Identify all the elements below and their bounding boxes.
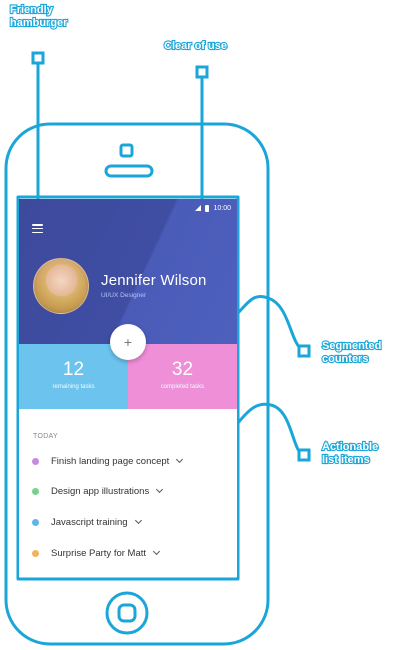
chevron-down-icon[interactable]	[176, 455, 184, 464]
chevron-down-icon[interactable]	[156, 485, 164, 494]
annotation-list-items: Actionable list items	[321, 440, 379, 467]
list-item[interactable]: Surprise Party for Matt	[32, 546, 161, 560]
completed-label: completed tasks	[160, 384, 205, 390]
annotation-hamburger: Friendly hamburger	[9, 3, 69, 30]
battery-icon	[205, 204, 210, 212]
list-item[interactable]: Finish landing page concept	[32, 454, 184, 468]
task-label: Finish landing page concept	[51, 455, 170, 467]
task-color-dot	[32, 487, 39, 495]
section-title: TODAY	[33, 433, 58, 440]
chevron-down-icon[interactable]	[134, 516, 142, 525]
user-name: Jennifer Wilson	[101, 272, 207, 289]
task-list: TODAY Finish landing page concept Design…	[19, 409, 237, 577]
app-screen: 10:00 Jennifer Wilson UI/UX Designer 12 …	[19, 199, 237, 577]
profile-header: 10:00 Jennifer Wilson UI/UX Designer	[19, 199, 237, 344]
task-label: Design app illustrations	[51, 485, 150, 497]
avatar[interactable]	[33, 258, 89, 314]
completed-count: 32	[171, 359, 194, 380]
completed-tasks-counter[interactable]: 32 completed tasks	[128, 344, 237, 409]
annotation-segmented-counters: Segmented counters	[321, 339, 383, 366]
task-color-dot	[32, 457, 39, 465]
add-task-button[interactable]: +	[110, 324, 146, 360]
user-role: UI/UX Designer	[101, 292, 147, 299]
remaining-label: remaining tasks	[52, 384, 95, 390]
annotation-clock: Clear of use	[163, 39, 228, 53]
task-color-dot	[32, 518, 39, 526]
list-item[interactable]: Javascript training	[32, 515, 142, 529]
remaining-tasks-counter[interactable]: 12 remaining tasks	[19, 344, 128, 409]
task-label: Surprise Party for Matt	[51, 547, 147, 559]
hamburger-menu-icon[interactable]	[32, 224, 43, 233]
task-color-dot	[32, 549, 39, 557]
status-bar: 10:00	[195, 202, 231, 214]
remaining-count: 12	[62, 359, 85, 380]
chevron-down-icon[interactable]	[152, 547, 161, 556]
status-time: 10:00	[213, 204, 231, 212]
list-item[interactable]: Design app illustrations	[32, 484, 164, 498]
signal-icon	[195, 205, 202, 211]
task-label: Javascript training	[51, 516, 128, 528]
